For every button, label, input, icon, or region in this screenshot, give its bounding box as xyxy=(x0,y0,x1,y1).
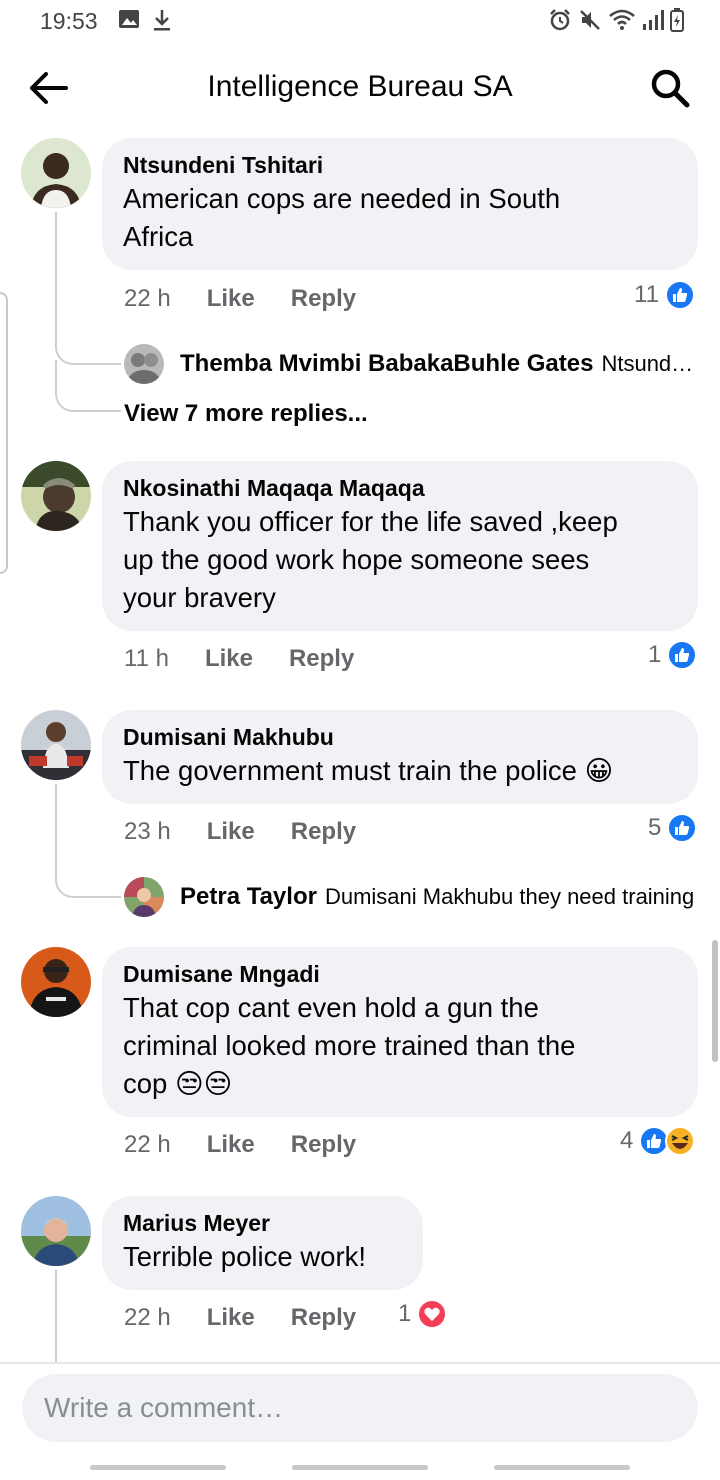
comment-text-line: up the good work hope someone sees xyxy=(123,544,590,575)
avatar[interactable] xyxy=(21,461,91,531)
mute-icon xyxy=(578,8,602,37)
thread-connector xyxy=(55,360,121,412)
comment-author[interactable]: Dumisani Makhubu xyxy=(123,722,677,752)
comment-meta: 22 h Like Reply xyxy=(124,1128,356,1162)
comment-bubble[interactable]: Marius Meyer Terrible police work! xyxy=(102,1196,423,1290)
comment-time[interactable]: 11 h xyxy=(124,645,169,673)
comment-bubble[interactable]: Dumisani Makhubu The government must tra… xyxy=(102,710,698,804)
nav-home-handle[interactable] xyxy=(292,1465,428,1470)
thread-line xyxy=(55,1270,57,1362)
comment-time[interactable]: 22 h xyxy=(124,1131,171,1159)
like-button[interactable]: Like xyxy=(207,1304,255,1332)
comment-text-line: American cops are needed in South xyxy=(123,183,561,214)
search-button[interactable] xyxy=(648,66,692,110)
reply-button[interactable]: Reply xyxy=(289,645,354,673)
download-icon xyxy=(152,8,172,37)
comment-composer[interactable] xyxy=(22,1374,698,1442)
header: Intelligence Bureau SA xyxy=(0,44,720,134)
haha-reaction-icon xyxy=(665,1126,696,1156)
reply-button[interactable]: Reply xyxy=(291,1131,356,1159)
comment-text-line: cop 😒😒 xyxy=(123,1068,233,1099)
reply-preview[interactable]: Themba Mvimbi BabakaBuhle Gates Ntsunden… xyxy=(124,344,700,384)
reply-avatar[interactable] xyxy=(124,344,164,384)
reply-button[interactable]: Reply xyxy=(291,285,356,313)
page-title: Intelligence Bureau SA xyxy=(207,70,513,103)
thread-connector xyxy=(55,850,121,898)
love-reaction-icon xyxy=(417,1299,448,1329)
comment-text-line: Africa xyxy=(123,221,194,252)
reply-author[interactable]: Themba Mvimbi BabakaBuhle Gates xyxy=(180,350,593,378)
like-button[interactable]: Like xyxy=(207,285,255,313)
like-button[interactable]: Like xyxy=(205,645,253,673)
nav-back-handle[interactable] xyxy=(494,1465,630,1470)
reaction-count: 4 xyxy=(620,1127,634,1154)
comment-author[interactable]: Dumisane Mngadi xyxy=(123,959,677,989)
avatar[interactable] xyxy=(21,138,91,208)
comment-text-line: Thank you officer for the life saved ,ke… xyxy=(123,506,618,537)
comment-text-line: criminal looked more trained than the xyxy=(123,1030,576,1061)
gallery-icon xyxy=(118,8,140,35)
reaction-summary[interactable]: 4 xyxy=(620,1126,696,1156)
status-time: 19:53 xyxy=(40,8,98,34)
status-bar: 19:53 xyxy=(0,0,720,44)
like-reaction-icon xyxy=(667,813,698,843)
comment-time[interactable]: 23 h xyxy=(124,818,171,846)
reply-button[interactable]: Reply xyxy=(291,1304,356,1332)
reply-author[interactable]: Petra Taylor xyxy=(180,883,317,911)
thread-line xyxy=(55,212,57,344)
search-icon xyxy=(651,69,690,108)
comment-meta: 22 h Like Reply xyxy=(124,282,356,316)
edge-panel-handle[interactable] xyxy=(0,292,8,574)
divider xyxy=(0,1362,720,1364)
comment-time[interactable]: 22 h xyxy=(124,1304,171,1332)
reaction-count: 1 xyxy=(398,1300,412,1327)
scrollbar-thumb[interactable] xyxy=(712,940,718,1062)
wifi-icon xyxy=(608,8,636,37)
reaction-summary[interactable]: 1 xyxy=(648,640,698,670)
comment-text-line: The government must train the police 😀 xyxy=(123,755,614,786)
comment-bubble[interactable]: Nkosinathi Maqaqa Maqaqa Thank you offic… xyxy=(102,461,698,631)
like-button[interactable]: Like xyxy=(207,818,255,846)
battery-icon xyxy=(670,8,684,37)
comment-meta: 11 h Like Reply xyxy=(124,642,354,676)
avatar[interactable] xyxy=(21,710,91,780)
comment-author[interactable]: Marius Meyer xyxy=(123,1208,402,1238)
view-more-replies-link[interactable]: View 7 more replies... xyxy=(124,400,368,428)
reply-snippet: Ntsundeni Tshitari xyxy=(601,351,700,376)
reaction-summary[interactable]: 11 xyxy=(634,280,695,310)
alarm-icon xyxy=(548,8,572,37)
avatar[interactable] xyxy=(21,1196,91,1266)
comment-text-line: your bravery xyxy=(123,582,276,613)
comment-text-line: That cop cant even hold a gun the xyxy=(123,992,539,1023)
reaction-summary[interactable]: 1 xyxy=(398,1299,448,1329)
reaction-count: 11 xyxy=(634,281,659,308)
like-reaction-icon xyxy=(667,640,698,670)
comment-input[interactable] xyxy=(44,1392,676,1424)
comment-author[interactable]: Nkosinathi Maqaqa Maqaqa xyxy=(123,473,677,503)
signal-icon xyxy=(642,9,664,36)
comment-bubble[interactable]: Dumisane Mngadi That cop cant even hold … xyxy=(102,947,698,1117)
reaction-count: 5 xyxy=(648,814,662,841)
reply-snippet: Dumisani Makhubu they need training xyxy=(324,884,695,909)
reply-button[interactable]: Reply xyxy=(291,818,356,846)
system-navigation-bar xyxy=(0,1444,720,1480)
comment-bubble[interactable]: Ntsundeni Tshitari American cops are nee… xyxy=(102,138,698,270)
nav-recents-handle[interactable] xyxy=(90,1465,226,1470)
comment-author[interactable]: Ntsundeni Tshitari xyxy=(123,150,677,180)
comment-text-line: Terrible police work! xyxy=(123,1241,367,1272)
like-button[interactable]: Like xyxy=(207,1131,255,1159)
comment-meta: 22 h Like Reply xyxy=(124,1301,356,1335)
avatar[interactable] xyxy=(21,947,91,1017)
reply-avatar[interactable] xyxy=(124,877,164,917)
comment-time[interactable]: 22 h xyxy=(124,285,171,313)
comment-meta: 23 h Like Reply xyxy=(124,815,356,849)
like-reaction-icon xyxy=(664,280,695,310)
reaction-count: 1 xyxy=(648,641,662,668)
reaction-summary[interactable]: 5 xyxy=(648,813,698,843)
reply-preview[interactable]: Petra Taylor Dumisani Makhubu they need … xyxy=(124,877,700,917)
